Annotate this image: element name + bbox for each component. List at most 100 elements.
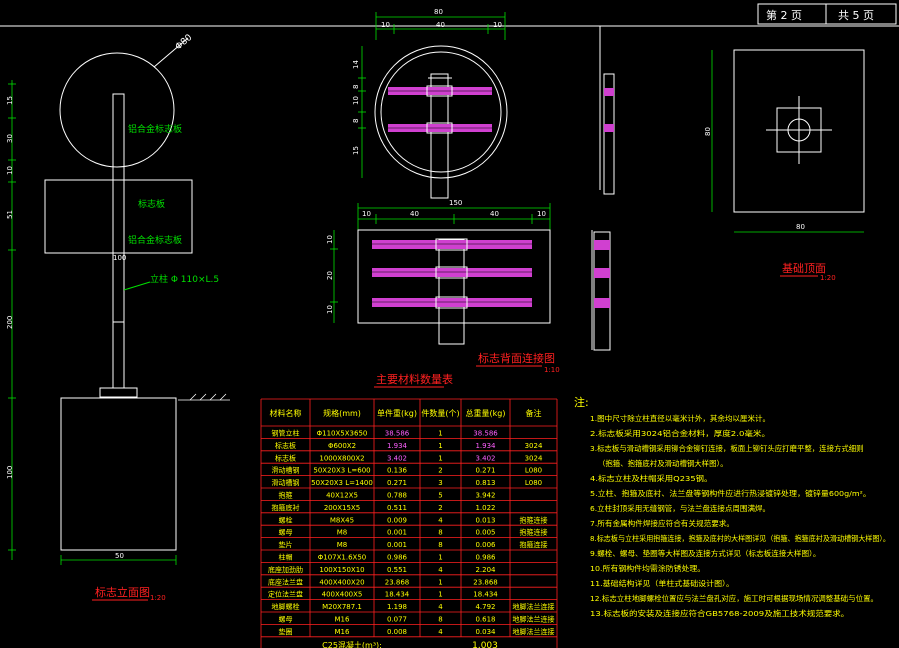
circle-sign-label: 铝合金标志板: [128, 123, 182, 135]
table-cell: L080: [525, 467, 542, 475]
fp-bottom-dim: 80: [796, 223, 805, 231]
table-cell: 1: [438, 591, 442, 599]
table-cell: 0.001: [387, 541, 407, 549]
front-view-scale: 1:20: [150, 594, 166, 602]
bv-top-dim-2: 10: [381, 21, 390, 29]
table-cell: 200X15X5: [324, 504, 360, 512]
table-cell: 3.402: [475, 454, 495, 462]
note-line: 1.图中尺寸除立柱直径以毫米计外，其余均以厘米计。: [590, 414, 770, 423]
note-line: 6.立柱封顶采用无缝钢管，与法兰盘连接点周围满焊。: [590, 504, 770, 513]
notes-block: 注: 1.图中尺寸除立柱直径以毫米计外，其余均以厘米计。 2.标志板采用3024铝…: [574, 395, 890, 618]
table-cell: 0.986: [475, 554, 496, 562]
table-cell: 2.204: [475, 566, 496, 574]
rect-sign-label-1: 标志板: [138, 198, 165, 210]
table-header-cell: 材料名称: [270, 408, 302, 418]
table-cell: 抱箍底衬: [272, 503, 300, 512]
table-cell: 地脚螺栓: [272, 602, 300, 611]
table-cell: 垫片: [279, 540, 293, 549]
table-cell: 地脚法兰连接: [513, 627, 555, 636]
table-cell: 8: [438, 529, 442, 537]
table-header-cell: 规格(mm): [323, 408, 361, 418]
note-line: 3.标志板与滑动槽钢采用铆合金铆钉连接，板面上铆钉头应打磨平整，连接方式细则: [590, 444, 864, 453]
table-cell: 3.942: [475, 492, 495, 500]
table-cell: 0.551: [387, 566, 407, 574]
bv-mid-dim-2: 10: [362, 210, 371, 218]
table-cell: 100X150X10: [319, 566, 364, 574]
table-cell: 0.271: [387, 479, 407, 487]
table-cell: 4.792: [475, 603, 495, 611]
circular-sign: [59, 52, 175, 168]
table-cell: 18.434: [473, 591, 498, 599]
back-view-title: 标志背面连接图: [478, 351, 555, 365]
back-view-circle: 80 10 40 10 14 8 10 8 15: [352, 8, 508, 199]
table-cell: 螺母: [279, 528, 293, 537]
table-cell: 38.586: [473, 430, 498, 438]
table-cell: 底座加劲肋: [268, 565, 303, 574]
note-line: 12.标志立柱地脚螺栓位置应与法兰盘孔对应，施工时可根据现场情况调整基础与位置。: [590, 594, 878, 603]
pole-dim: 100: [113, 254, 126, 262]
dim-left-1: 15: [6, 96, 14, 105]
table-header-cell: 单件重(kg): [377, 408, 417, 418]
table-cell: 0.271: [475, 467, 495, 475]
table-cell: 400X400X5: [322, 591, 363, 599]
table-cell: 螺栓: [279, 515, 293, 524]
table-cell: 1.022: [475, 504, 495, 512]
dim-left-2: 30: [6, 134, 14, 143]
table-cell: 0.618: [475, 616, 495, 624]
table-cell: 1000X800X2: [319, 454, 364, 462]
note-line: 4.标志立柱及柱帽采用Q235钢。: [590, 474, 712, 483]
table-cell: 0.005: [475, 529, 495, 537]
table-cell: M16: [335, 628, 350, 636]
table-cell: 抱箍连接: [520, 528, 548, 537]
side-view-1: [599, 26, 615, 195]
table-cell: 3024: [525, 454, 543, 462]
dim-left-6: 100: [6, 466, 14, 479]
dim-left-5: 200: [6, 316, 14, 329]
table-cell: 23.868: [385, 578, 410, 586]
material-table: 主要材料数量表 材料名称 规格(mm) 单件重(kg) 件数量(个) 总重量(kg) 备注…: [260, 372, 558, 648]
table-cell: 0.001: [387, 529, 407, 537]
table-cell: 1: [438, 554, 442, 562]
table-cell: 垫圈: [279, 627, 293, 636]
table-cell: 0.013: [475, 516, 495, 524]
table-cell: 0.136: [387, 467, 408, 475]
table-cell: 柱帽: [279, 553, 293, 562]
back-view-rect: 150 10 40 40 10 10 20 10 标志背面连接图 1:10: [326, 199, 560, 374]
bv-left-dim-5: 15: [352, 146, 360, 155]
back-view-scale: 1:10: [544, 366, 560, 374]
dim-left-3: 10: [6, 166, 14, 175]
ground-hatch: [178, 393, 230, 401]
bv-top-dim-1: 80: [434, 8, 443, 16]
table-cell: 400X400X20: [319, 578, 364, 586]
table-cell: 0.077: [387, 616, 407, 624]
note-line: 9.螺栓、螺母、垫圈等大样图及连接方式详见（标志板连接大样图）。: [590, 549, 820, 558]
foundation: [60, 397, 177, 551]
foundation-scale: 1:20: [820, 274, 836, 282]
note-line: 13.标志板的安装及连接应符合GB5768-2009及施工技术规范要求。: [590, 609, 849, 618]
table-cell: M8: [337, 541, 348, 549]
dim-left-4: 51: [6, 210, 14, 219]
table-cell: 0.813: [475, 479, 495, 487]
table-cell: 钢管立柱: [272, 429, 300, 438]
sheet-label: 第 2 页: [766, 8, 802, 22]
bv-mid-dim-4: 40: [490, 210, 499, 218]
table-footer-value: 1.003: [472, 641, 498, 648]
table-cell: 0.034: [475, 628, 496, 636]
table-title: 主要材料数量表: [376, 372, 453, 386]
table-cell: 标志板: [275, 453, 296, 462]
table-cell: 0.511: [387, 504, 407, 512]
bv-side-dim-2: 20: [326, 271, 334, 280]
table-cell: 23.868: [473, 578, 498, 586]
table-cell: Φ600X2: [328, 442, 356, 450]
table-cell: 滑动槽钢: [272, 466, 300, 475]
table-cell: 2: [438, 504, 442, 512]
front-view: Φ80 铝合金标志板 标志板 铝合金标志板 100 立柱 Φ 110×L.5 1…: [6, 33, 230, 602]
table-cell: 抱箍连接: [520, 540, 548, 549]
table-cell: 8: [438, 616, 442, 624]
table-cell: 50X20X3 L=600: [313, 467, 370, 475]
table-cell: 5: [438, 492, 442, 500]
table-cell: M20X787.1: [322, 603, 362, 611]
bv-top-dim-3: 40: [436, 21, 445, 29]
bv-side-dim-3: 10: [326, 305, 334, 314]
table-cell: 抱箍连接: [520, 515, 548, 524]
